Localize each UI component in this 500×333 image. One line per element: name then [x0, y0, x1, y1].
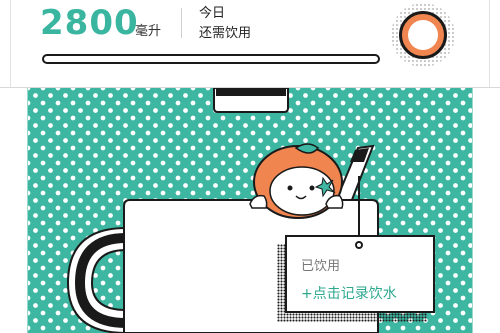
today-label: 今日 — [199, 6, 226, 21]
record-drink-button[interactable]: +点击记录饮水 — [301, 283, 397, 303]
need-to-drink-label: 还需饮用 — [199, 26, 252, 41]
drunk-label: 已饮用 — [301, 259, 341, 274]
water-tracker-screen: 2800 毫升 今日 还需饮用 已饮用 +点击记录饮水 — [0, 0, 500, 333]
remaining-amount: 2800 — [40, 3, 139, 43]
amount-unit: 毫升 — [135, 24, 162, 39]
header: 2800 毫升 今日 还需饮用 — [0, 0, 500, 88]
orange-ring-icon[interactable] — [399, 11, 447, 59]
progress-bar — [42, 54, 380, 64]
card-string — [358, 176, 360, 242]
cup-handle — [66, 226, 127, 333]
header-divider — [181, 8, 182, 38]
orange-mascot-icon — [249, 143, 344, 219]
card-pin — [355, 241, 363, 249]
scene-edge-right — [472, 88, 473, 333]
tab-top-band — [216, 88, 286, 96]
scene-edge-left — [27, 88, 28, 333]
